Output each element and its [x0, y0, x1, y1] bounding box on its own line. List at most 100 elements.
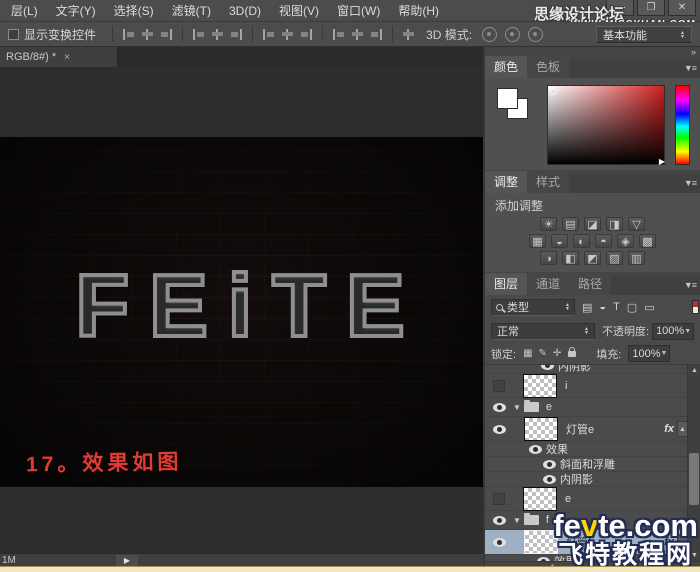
selective-color-icon[interactable]: ▨	[606, 251, 623, 265]
exposure-icon[interactable]: ◨	[606, 217, 623, 231]
visibility-toggle-empty[interactable]	[493, 493, 505, 505]
color-lookup-icon[interactable]: ▩	[639, 234, 656, 248]
visibility-eye-icon[interactable]	[543, 460, 556, 469]
menu-3d[interactable]: 3D(D)	[220, 1, 270, 21]
visibility-eye-icon[interactable]	[541, 365, 554, 370]
document-tab[interactable]: RGB/8#) * ×	[0, 47, 118, 67]
visibility-eye-icon[interactable]	[493, 403, 506, 412]
tab-layers[interactable]: 图层	[485, 273, 527, 295]
tab-paths[interactable]: 路径	[569, 273, 611, 295]
gradient-map-icon[interactable]: ▥	[628, 251, 645, 265]
opacity-field[interactable]: 100% ▼	[652, 323, 694, 340]
tab-channels[interactable]: 通道	[527, 273, 569, 295]
lock-transparent-icon[interactable]: ▦	[523, 348, 532, 359]
layer-thumbnail[interactable]	[523, 487, 557, 511]
vibrance-icon[interactable]: ▽	[628, 217, 645, 231]
tab-styles[interactable]: 样式	[527, 171, 569, 193]
visibility-eye-icon[interactable]	[493, 425, 506, 434]
levels-icon[interactable]: ▤	[562, 217, 579, 231]
workspace-switcher[interactable]: 基本功能 ▲▼	[596, 26, 692, 43]
distribute-hcenter-icon[interactable]	[351, 29, 364, 40]
channel-mixer-icon[interactable]: ◈	[617, 234, 634, 248]
menu-layer[interactable]: 层(L)	[2, 0, 47, 22]
layer-row[interactable]: i	[485, 374, 700, 398]
filter-pixel-layers-icon[interactable]: ▤	[582, 301, 592, 314]
hue-saturation-icon[interactable]: ▦	[529, 234, 546, 248]
close-button[interactable]: ✕	[668, 0, 696, 16]
fx-badge[interactable]: fx	[664, 423, 674, 435]
show-transform-checkbox[interactable]	[8, 29, 19, 40]
align-right-icon[interactable]	[230, 29, 243, 40]
lock-all-icon[interactable]	[568, 351, 576, 357]
menu-filter[interactable]: 滤镜(T)	[163, 0, 220, 22]
hue-slider[interactable]	[675, 85, 690, 165]
filter-kind-dropdown[interactable]: 类型 ▲▼	[491, 299, 575, 316]
threshold-icon[interactable]: ◩	[584, 251, 601, 265]
visibility-toggle-empty[interactable]	[493, 380, 505, 392]
distribute-top-icon[interactable]	[262, 29, 275, 40]
auto-align-icon[interactable]	[402, 29, 415, 40]
panel-menu-icon[interactable]: ▼≡	[684, 280, 696, 290]
layer-effect-row[interactable]: 斜面和浮雕	[485, 457, 700, 472]
canvas[interactable]: FEiTE 17。效果如图	[0, 137, 483, 487]
distribute-right-icon[interactable]	[370, 29, 383, 40]
curves-icon[interactable]: ◪	[584, 217, 601, 231]
layer-effect-row[interactable]: 内阴影	[485, 472, 700, 487]
foreground-color-swatch[interactable]	[497, 88, 518, 109]
filter-on-off-toggle[interactable]	[692, 300, 699, 314]
layer-thumbnail[interactable]	[524, 417, 558, 441]
expand-triangle-icon[interactable]: ▼	[513, 403, 521, 412]
tab-close-icon[interactable]: ×	[64, 52, 70, 63]
scroll-up-icon[interactable]: ▲	[688, 365, 700, 376]
menu-help[interactable]: 帮助(H)	[389, 0, 448, 22]
menu-type[interactable]: 文字(Y)	[47, 0, 105, 22]
visibility-eye-icon[interactable]	[543, 475, 556, 484]
tab-adjustments[interactable]: 调整	[485, 171, 527, 193]
rotate-3d-icon[interactable]	[482, 27, 497, 42]
lock-position-icon[interactable]: ✛	[553, 348, 561, 359]
layer-row[interactable]: 灯管e fx ▲	[485, 417, 700, 442]
tab-color[interactable]: 颜色	[485, 56, 527, 78]
status-menu-arrow[interactable]: ▶	[116, 555, 138, 567]
photo-filter-icon[interactable]: ◓	[595, 234, 612, 248]
fill-field[interactable]: 100% ▼	[628, 345, 670, 362]
roll-3d-icon[interactable]	[505, 27, 520, 42]
brightness-contrast-icon[interactable]: ☀	[540, 217, 557, 231]
invert-icon[interactable]: ◑	[540, 251, 557, 265]
filter-adjustment-layers-icon[interactable]: ◒	[599, 301, 606, 313]
tab-swatches[interactable]: 色板	[527, 56, 569, 78]
menu-view[interactable]: 视图(V)	[270, 0, 328, 22]
align-bottom-icon[interactable]	[160, 29, 173, 40]
distribute-vcenter-icon[interactable]	[281, 29, 294, 40]
blend-mode-dropdown[interactable]: 正常 ▲▼	[491, 323, 595, 340]
align-left-icon[interactable]	[192, 29, 205, 40]
posterize-icon[interactable]: ◧	[562, 251, 579, 265]
color-picker-marker[interactable]	[550, 88, 557, 95]
effects-header-row[interactable]: 效果	[485, 442, 700, 457]
align-top-icon[interactable]	[122, 29, 135, 40]
collapse-panels-icon[interactable]: »	[691, 47, 696, 57]
black-white-icon[interactable]: ◐	[573, 234, 590, 248]
visibility-eye-icon[interactable]	[529, 445, 542, 454]
panel-menu-icon[interactable]: ▼≡	[684, 178, 696, 188]
layer-thumbnail[interactable]	[523, 374, 557, 398]
distribute-left-icon[interactable]	[332, 29, 345, 40]
distribute-bottom-icon[interactable]	[300, 29, 313, 40]
expand-triangle-icon[interactable]: ▼	[513, 516, 521, 525]
layer-effect-row[interactable]: 内阴影	[485, 365, 700, 374]
color-balance-icon[interactable]: ◒	[551, 234, 568, 248]
restore-button[interactable]: ❐	[637, 0, 665, 16]
saturation-picker[interactable]: ▶	[547, 85, 665, 165]
menu-window[interactable]: 窗口(W)	[328, 0, 389, 22]
align-vcenter-icon[interactable]	[141, 29, 154, 40]
panel-menu-icon[interactable]: ▼≡	[684, 63, 696, 73]
filter-shape-layers-icon[interactable]: ▢	[627, 301, 637, 314]
align-hcenter-icon[interactable]	[211, 29, 224, 40]
scrollbar-thumb[interactable]	[689, 453, 699, 505]
drag-3d-icon[interactable]	[528, 27, 543, 42]
filter-smart-objects-icon[interactable]: ▭	[644, 301, 654, 314]
filter-type-layers-icon[interactable]: T	[613, 301, 620, 313]
lock-paint-icon[interactable]: ✎	[539, 348, 547, 359]
visibility-eye-icon[interactable]	[493, 538, 506, 547]
menu-select[interactable]: 选择(S)	[105, 0, 163, 22]
